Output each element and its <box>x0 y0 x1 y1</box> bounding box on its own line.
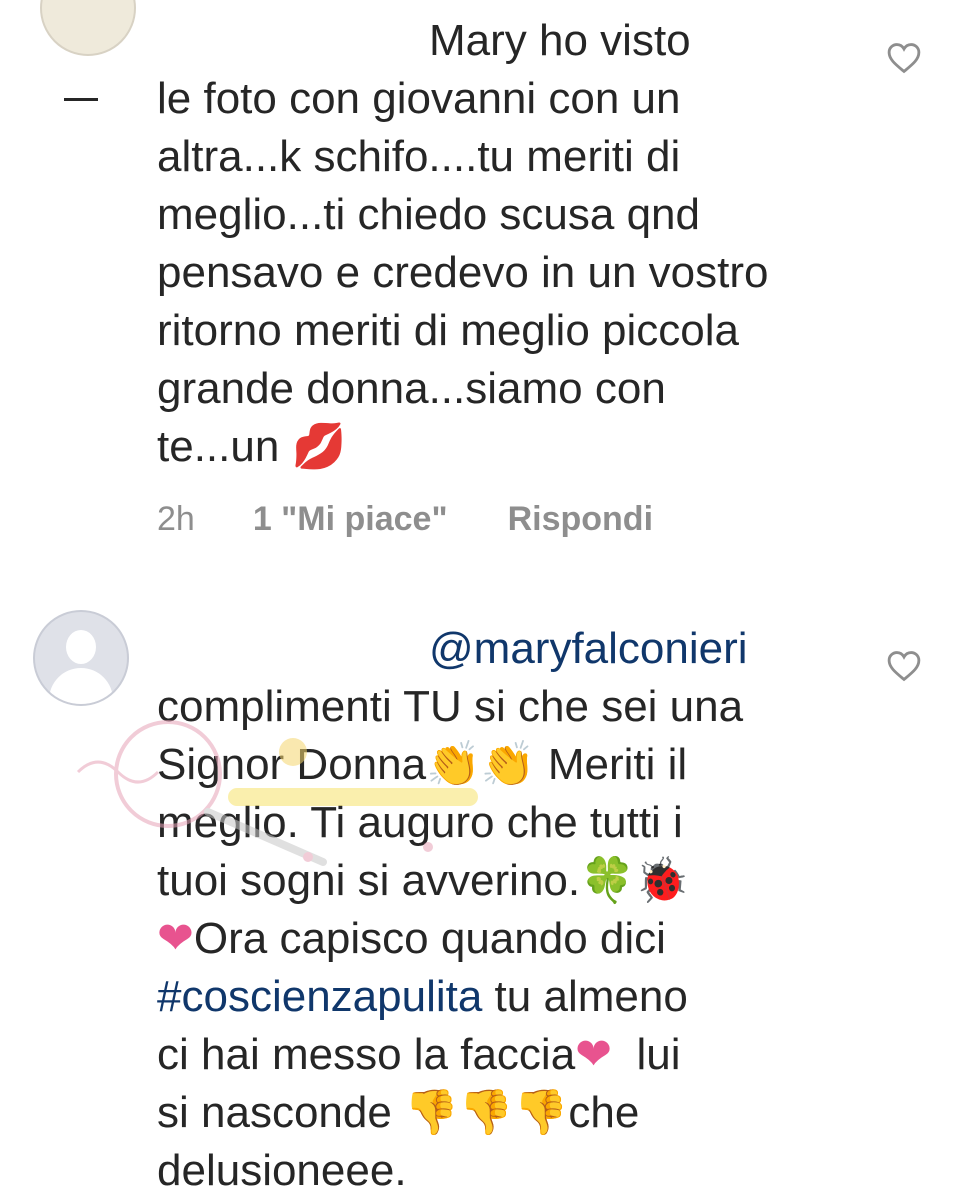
heart-outline-icon[interactable] <box>887 650 921 682</box>
mention-link[interactable]: @maryfalconieri <box>429 624 748 673</box>
thumbs-down-emoji: 👎👎👎 <box>404 1087 569 1138</box>
comment-meta: 2h 1 "Mi piace" Rispondi <box>157 500 653 539</box>
heart-outline-icon[interactable] <box>887 42 921 74</box>
heart-emoji: ❤ <box>157 913 194 964</box>
comment-text: @maryfalconieri complimenti TU si che se… <box>157 624 748 1195</box>
clapping-hands-emoji: 👏👏 <box>426 739 536 790</box>
hashtag-link[interactable]: #coscienzapulita <box>157 972 482 1021</box>
avatar-head-shape <box>66 630 96 664</box>
avatar[interactable] <box>33 610 129 706</box>
username-fragment <box>64 98 98 101</box>
avatar-shoulders-shape <box>49 668 113 704</box>
comment-text: Mary ho visto le foto con giovanni con u… <box>157 16 769 472</box>
reply-button[interactable]: Rispondi <box>508 500 653 539</box>
kiss-mark-emoji: 💋 <box>291 421 347 472</box>
clover-ladybug-emoji: 🍀🐞 <box>580 855 690 906</box>
likes-count-link[interactable]: 1 "Mi piace" <box>253 500 448 539</box>
avatar[interactable] <box>40 0 136 56</box>
comment-time: 2h <box>157 500 195 538</box>
heart-emoji: ❤ <box>575 1029 613 1080</box>
